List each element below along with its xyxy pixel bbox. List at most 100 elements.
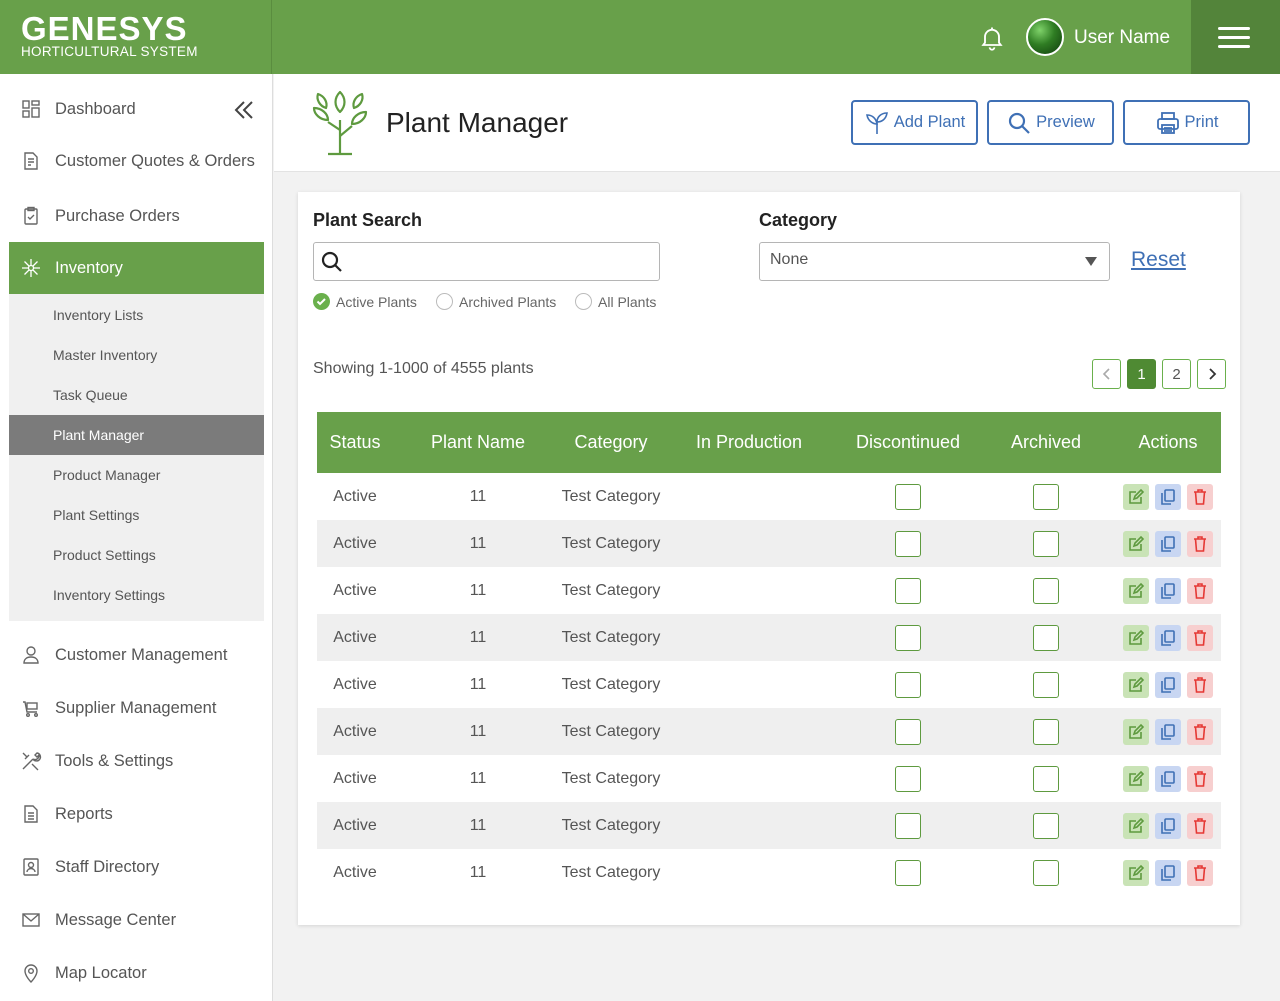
sidebar-item-customer-quotes[interactable]: Customer Quotes & Orders <box>9 139 264 183</box>
page-1-button[interactable]: 1 <box>1127 359 1156 389</box>
sidebar-item-tools-settings[interactable]: Tools & Settings <box>9 739 264 783</box>
edit-icon[interactable] <box>1123 718 1149 745</box>
trash-icon[interactable] <box>1187 812 1213 839</box>
sidebar-item-inventory[interactable]: Inventory <box>9 242 264 294</box>
sidebar-subitem-product-manager[interactable]: Product Manager <box>9 455 264 495</box>
column-header-discontinued[interactable]: Discontinued <box>839 412 977 473</box>
copy-icon[interactable] <box>1155 812 1181 839</box>
bell-icon[interactable] <box>978 24 1006 52</box>
sidebar-subitem-plant-manager[interactable]: Plant Manager <box>9 415 264 455</box>
column-header-in-production[interactable]: In Production <box>659 412 839 473</box>
sidebar-item-message-center[interactable]: Message Center <box>9 898 264 942</box>
edit-icon[interactable] <box>1123 624 1149 651</box>
archived-checkbox[interactable] <box>1033 671 1059 698</box>
trash-icon[interactable] <box>1187 483 1213 510</box>
hamburger-menu-icon[interactable] <box>1191 0 1280 74</box>
archived-checkbox[interactable] <box>1033 530 1059 557</box>
sidebar-item-staff-directory[interactable]: Staff Directory <box>9 845 264 889</box>
sidebar-subitem-inventory-lists[interactable]: Inventory Lists <box>9 295 264 335</box>
column-header-plant-name[interactable]: Plant Name <box>393 412 563 473</box>
table-row[interactable]: Active 11 Test Category <box>317 473 1221 520</box>
archived-checkbox[interactable] <box>1033 718 1059 745</box>
radio-all-plants[interactable]: All Plants <box>575 293 656 310</box>
category-select[interactable]: None <box>759 242 1110 281</box>
user-name[interactable]: User Name <box>1074 27 1170 49</box>
discontinued-checkbox[interactable] <box>895 624 921 651</box>
edit-icon[interactable] <box>1123 671 1149 698</box>
sidebar-item-customer-management[interactable]: Customer Management <box>9 633 264 677</box>
archived-checkbox[interactable] <box>1033 812 1059 839</box>
copy-icon[interactable] <box>1155 718 1181 745</box>
discontinued-checkbox[interactable] <box>895 812 921 839</box>
page-2-button[interactable]: 2 <box>1162 359 1191 389</box>
trash-icon[interactable] <box>1187 765 1213 792</box>
edit-icon[interactable] <box>1123 812 1149 839</box>
radio-archived-plants[interactable]: Archived Plants <box>436 293 556 310</box>
sidebar-subitem-inventory-settings[interactable]: Inventory Settings <box>9 575 264 615</box>
table-row[interactable]: Active 11 Test Category <box>317 849 1221 896</box>
table-row[interactable]: Active 11 Test Category <box>317 755 1221 802</box>
sidebar-subitem-product-settings[interactable]: Product Settings <box>9 535 264 575</box>
copy-icon[interactable] <box>1155 671 1181 698</box>
archived-checkbox[interactable] <box>1033 624 1059 651</box>
edit-icon[interactable] <box>1123 483 1149 510</box>
sidebar-item-reports[interactable]: Reports <box>9 792 264 836</box>
table-row[interactable]: Active 11 Test Category <box>317 614 1221 661</box>
prev-page-button[interactable] <box>1092 359 1121 389</box>
edit-icon[interactable] <box>1123 530 1149 557</box>
reset-link[interactable]: Reset <box>1131 248 1186 272</box>
archived-checkbox[interactable] <box>1033 859 1059 886</box>
trash-icon[interactable] <box>1187 577 1213 604</box>
archived-checkbox[interactable] <box>1033 765 1059 792</box>
archived-checkbox[interactable] <box>1033 577 1059 604</box>
discontinued-checkbox[interactable] <box>895 859 921 886</box>
trash-icon[interactable] <box>1187 718 1213 745</box>
trash-icon[interactable] <box>1187 859 1213 886</box>
table-row[interactable]: Active 11 Test Category <box>317 708 1221 755</box>
copy-icon[interactable] <box>1155 859 1181 886</box>
column-header-status[interactable]: Status <box>317 412 393 473</box>
copy-icon[interactable] <box>1155 530 1181 557</box>
radio-active-plants[interactable]: Active Plants <box>313 293 417 310</box>
trash-icon[interactable] <box>1187 530 1213 557</box>
edit-icon[interactable] <box>1123 859 1149 886</box>
copy-icon[interactable] <box>1155 624 1181 651</box>
copy-icon[interactable] <box>1155 483 1181 510</box>
discontinued-checkbox[interactable] <box>895 718 921 745</box>
sidebar-subitem-plant-settings[interactable]: Plant Settings <box>9 495 264 535</box>
archived-checkbox[interactable] <box>1033 483 1059 510</box>
sidebar-subitem-task-queue[interactable]: Task Queue <box>9 375 264 415</box>
edit-icon[interactable] <box>1123 765 1149 792</box>
trash-icon[interactable] <box>1187 671 1213 698</box>
sidebar-subitem-master-inventory[interactable]: Master Inventory <box>9 335 264 375</box>
next-page-button[interactable] <box>1197 359 1226 389</box>
sidebar-item-map-locator[interactable]: Map Locator <box>9 951 264 995</box>
discontinued-checkbox[interactable] <box>895 671 921 698</box>
copy-icon[interactable] <box>1155 577 1181 604</box>
table-row[interactable]: Active 11 Test Category <box>317 520 1221 567</box>
preview-button[interactable]: Preview <box>987 100 1114 145</box>
avatar[interactable] <box>1026 18 1064 56</box>
trash-icon[interactable] <box>1187 624 1213 651</box>
table-row[interactable]: Active 11 Test Category <box>317 802 1221 849</box>
discontinued-checkbox[interactable] <box>895 577 921 604</box>
brand-logo[interactable]: GENESYS HORTICULTURAL SYSTEM <box>0 0 272 74</box>
add-plant-button[interactable]: Add Plant <box>851 100 978 145</box>
cell-category: Test Category <box>561 534 661 552</box>
column-header-archived[interactable]: Archived <box>977 412 1115 473</box>
plant-search-field[interactable] <box>313 242 660 281</box>
sidebar-item-dashboard[interactable]: Dashboard <box>9 87 264 131</box>
plant-search-input[interactable] <box>350 249 650 273</box>
column-header-category[interactable]: Category <box>563 412 659 473</box>
discontinued-checkbox[interactable] <box>895 765 921 792</box>
table-row[interactable]: Active 11 Test Category <box>317 567 1221 614</box>
discontinued-checkbox[interactable] <box>895 483 921 510</box>
copy-icon[interactable] <box>1155 765 1181 792</box>
sidebar-item-purchase-orders[interactable]: Purchase Orders <box>9 194 264 238</box>
table-row[interactable]: Active 11 Test Category <box>317 661 1221 708</box>
sidebar-item-supplier-management[interactable]: Supplier Management <box>9 686 264 730</box>
edit-icon[interactable] <box>1123 577 1149 604</box>
print-button[interactable]: Print <box>1123 100 1250 145</box>
collapse-sidebar-icon[interactable] <box>232 99 256 121</box>
discontinued-checkbox[interactable] <box>895 530 921 557</box>
